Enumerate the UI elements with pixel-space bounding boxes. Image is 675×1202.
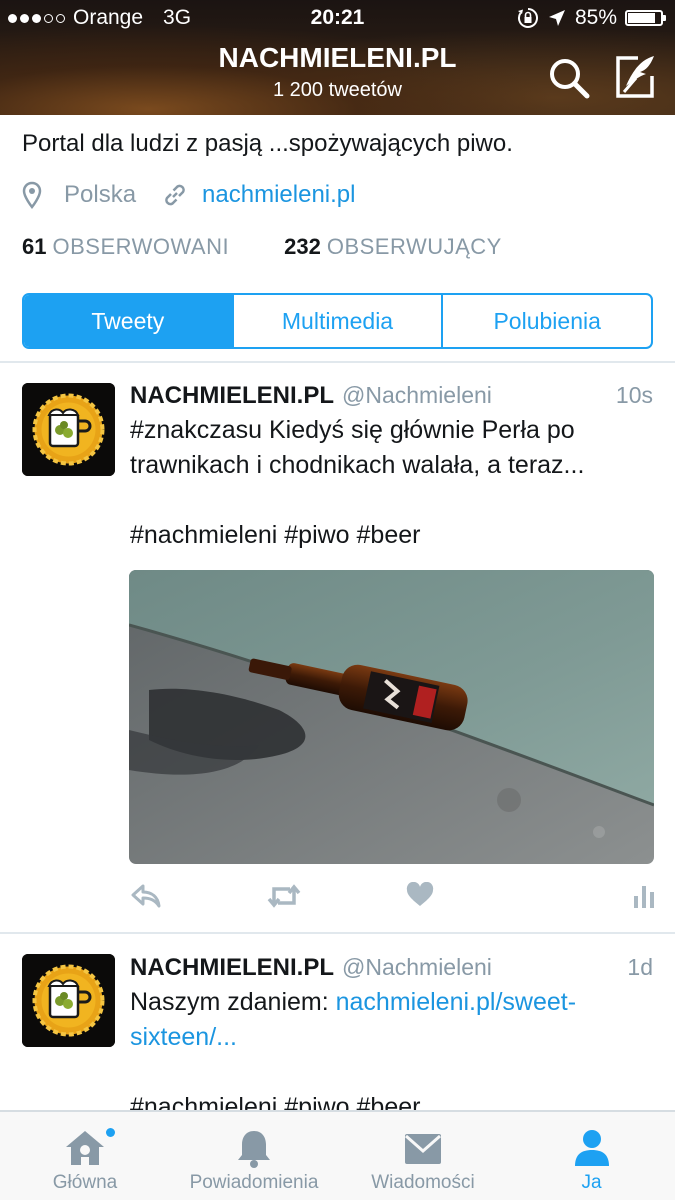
profile-header: Orange 3G 20:21 85% NACHMIELENI.PL 1 200… (0, 0, 675, 115)
tweet-hashtags[interactable]: #nachmieleni #piwo #beer (130, 1090, 655, 1110)
tweet-link[interactable]: nachmieleni.pl/sweet- (336, 988, 576, 1016)
avatar[interactable] (22, 383, 115, 476)
tweet-text-prefix: Naszym zdaniem: (130, 988, 336, 1016)
tweet-text-line: #znakczasu Kiedyś się głównie Perła po (130, 416, 575, 444)
tweet-text: #znakczasu Kiedyś się głównie Perła po t… (130, 413, 655, 553)
person-icon (574, 1130, 609, 1166)
rotation-lock-icon (517, 8, 538, 28)
tweet[interactable]: NACHMIELENI.PL @Nachmieleni 1d Naszym zd… (0, 934, 675, 1110)
tweet-text-line: trawnikach i chodnikach walała, a teraz.… (130, 451, 585, 479)
notification-dot (106, 1128, 115, 1137)
reply-icon[interactable] (130, 882, 162, 910)
bell-icon (238, 1131, 270, 1168)
tweet-photo[interactable] (129, 570, 654, 864)
followers-label: OBSERWUJĄCY (326, 234, 502, 259)
tweet-author-name[interactable]: NACHMIELENI.PL (130, 954, 334, 982)
tweet-header: NACHMIELENI.PL @Nachmieleni 1d (130, 954, 653, 982)
tab-likes[interactable]: Polubienia (443, 295, 651, 347)
followers-stat[interactable]: 232 OBSERWUJĄCY (284, 234, 502, 260)
avatar[interactable] (22, 954, 115, 1047)
tabbar-home[interactable]: Główna (0, 1112, 170, 1202)
tab-media[interactable]: Multimedia (234, 295, 444, 347)
bottom-tab-bar: Główna Powiadomienia Wiadomości Ja (0, 1110, 675, 1200)
search-icon[interactable] (546, 55, 592, 101)
tweet[interactable]: NACHMIELENI.PL @Nachmieleni 10s #znakcza… (0, 362, 675, 932)
battery-icon (625, 10, 666, 26)
profile-tabs: Tweety Multimedia Polubienia (22, 293, 653, 349)
tweet-timestamp: 10s (615, 382, 653, 408)
battery-percent: 85% (574, 6, 617, 29)
tabbar-me[interactable]: Ja (508, 1112, 675, 1202)
tweet-author-handle[interactable]: @Nachmieleni (342, 382, 616, 409)
tweet-link-continued[interactable]: sixteen/... (130, 1020, 655, 1055)
tweet-actions (0, 882, 675, 922)
tabbar-label: Powiadomienia (189, 1172, 319, 1193)
profile-bio: Portal dla ludzi z pasją ...spożywającyc… (22, 130, 513, 157)
tweet-header: NACHMIELENI.PL @Nachmieleni 10s (130, 382, 653, 410)
status-bar-right: 85% (517, 6, 666, 30)
followers-count: 232 (284, 234, 321, 259)
analytics-icon[interactable] (632, 882, 656, 908)
beer-mug-logo-icon (22, 954, 115, 1047)
retweet-icon[interactable] (266, 882, 302, 910)
location-arrow-icon (548, 10, 565, 26)
compose-tweet-icon[interactable] (610, 52, 660, 102)
tweet-hashtags[interactable]: #nachmieleni #piwo #beer (130, 518, 655, 553)
profile-meta: Polska nachmieleni.pl (22, 181, 355, 209)
following-label: OBSERWOWANI (52, 234, 230, 259)
like-heart-icon[interactable] (406, 882, 434, 908)
tabbar-messages[interactable]: Wiadomości (338, 1112, 508, 1202)
beer-bottle-photo (129, 570, 654, 864)
following-stat[interactable]: 61 OBSERWOWANI (22, 234, 229, 260)
follow-stats: 61 OBSERWOWANI 232 OBSERWUJĄCY (22, 234, 502, 260)
profile-location: Polska (64, 181, 137, 208)
tabbar-label: Wiadomości (371, 1172, 475, 1193)
beer-mug-logo-icon (22, 383, 115, 476)
tweet-timestamp: 1d (627, 954, 653, 980)
envelope-icon (405, 1134, 441, 1164)
tabbar-label: Ja (581, 1172, 602, 1193)
tweet-text: Naszym zdaniem: nachmieleni.pl/sweet- si… (130, 985, 655, 1110)
tweet-author-name[interactable]: NACHMIELENI.PL (130, 382, 334, 410)
following-count: 61 (22, 234, 47, 259)
tweet-author-handle[interactable]: @Nachmieleni (342, 954, 627, 981)
profile-website-link[interactable]: nachmieleni.pl (202, 181, 355, 209)
link-icon (165, 184, 185, 206)
location-pin-icon (22, 181, 42, 209)
tabbar-label: Główna (52, 1172, 118, 1193)
home-icon (66, 1131, 104, 1165)
battery-level-fill (628, 13, 655, 23)
tab-tweets[interactable]: Tweety (24, 295, 234, 347)
tabbar-notifications[interactable]: Powiadomienia (170, 1112, 338, 1202)
